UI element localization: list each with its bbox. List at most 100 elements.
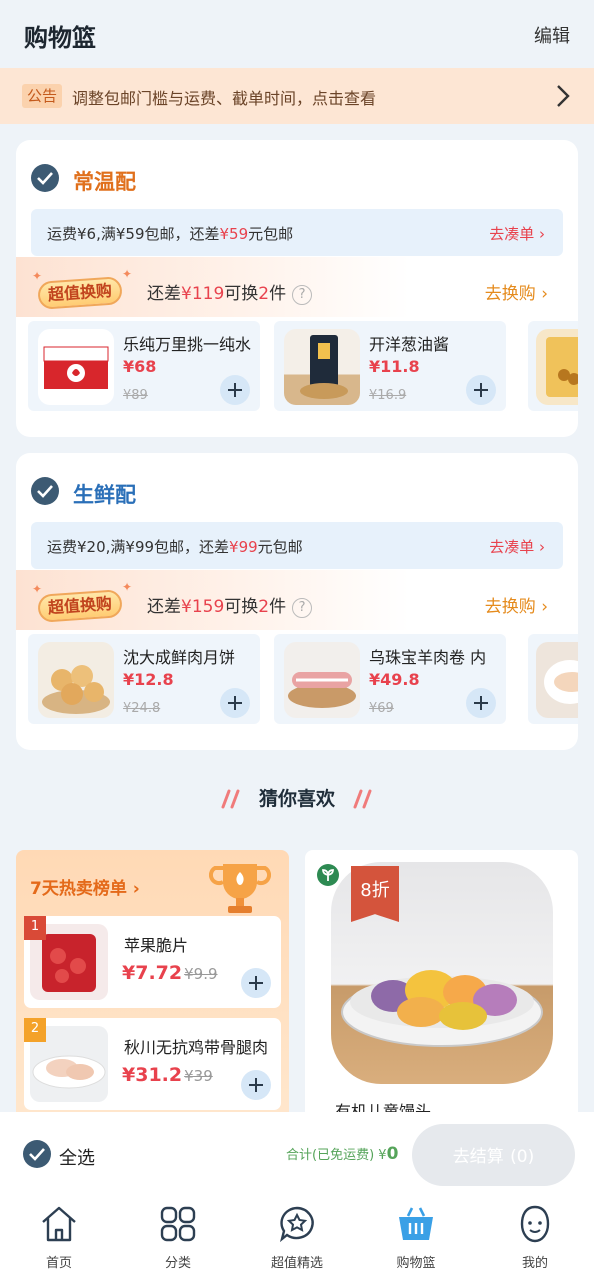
total-amount: 合计(已免运费) ¥0	[286, 1144, 399, 1164]
basket-icon	[399, 1207, 433, 1240]
help-icon[interactable]: ?	[292, 285, 313, 305]
product-name: 乐纯万里挑一纯水	[123, 335, 252, 354]
top-bar: 购物篮 编辑	[0, 0, 594, 68]
help-icon[interactable]: ?	[292, 598, 313, 618]
sparkle-icon: ✦	[32, 582, 43, 596]
tab-label: 购物篮	[396, 1256, 436, 1271]
check-icon	[37, 172, 53, 185]
bottom-tab-bar: 首页 分类 超值精选 购物篮 我的	[0, 1196, 594, 1280]
add-button[interactable]	[220, 375, 250, 405]
go-swap-link[interactable]: 去换购 ›	[485, 592, 548, 617]
rank-badge: 2	[24, 1018, 46, 1042]
add-more-link[interactable]: 去凑单 ›	[489, 223, 545, 244]
check-icon	[37, 485, 53, 498]
section-checkbox[interactable]	[31, 164, 59, 192]
add-button[interactable]	[220, 688, 250, 718]
hot-item[interactable]: 1 苹果脆片 ¥7.72 ¥9.9	[24, 916, 281, 1008]
section-card-ambient: 常温配 运费¥6,满¥59包邮，还差¥59元包邮 去凑单 › 超值换购 ✦ ✦ …	[16, 140, 578, 437]
product-original-price: ¥69	[369, 701, 394, 716]
swap-badge: 超值换购	[37, 276, 123, 310]
section-title: 生鲜配	[73, 483, 136, 507]
select-all-label[interactable]: 全选	[59, 1144, 95, 1170]
product-name: 乌珠宝羊肉卷 内	[369, 648, 487, 667]
check-icon	[29, 1148, 45, 1161]
discount-badge: 8折	[351, 866, 399, 922]
section-card-fresh: 生鲜配 运费¥20,满¥99包邮，还差¥99元包邮 去凑单 › 超值换购 ✦ ✦…	[16, 453, 578, 750]
tab-label: 我的	[521, 1256, 548, 1271]
tab-home[interactable]: 首页	[0, 1196, 118, 1280]
announcement-text: 调整包邮门槛与运费、截单时间，点击查看	[72, 89, 377, 108]
category-icon	[160, 1206, 196, 1242]
add-button[interactable]	[241, 968, 271, 998]
home-icon	[42, 1206, 76, 1242]
product-image	[284, 642, 360, 718]
page-title: 购物篮	[24, 24, 96, 52]
section-checkbox[interactable]	[31, 477, 59, 505]
swap-product-card[interactable]: 开洋葱油酱 ¥11.8 ¥16.9	[274, 321, 506, 411]
add-button[interactable]	[241, 1070, 271, 1100]
product-price: ¥11.8	[369, 357, 420, 376]
rank-badge: 1	[24, 916, 46, 940]
edit-button[interactable]: 编辑	[534, 22, 570, 48]
product-image	[38, 329, 114, 405]
sparkle-icon: ✦	[122, 580, 133, 594]
product-price: ¥49.8	[369, 670, 420, 689]
product-price: ¥7.72 ¥9.9	[122, 962, 218, 984]
profile-icon	[520, 1205, 550, 1243]
checkout-button[interactable]: 去结算 (0)	[412, 1124, 575, 1186]
product-original-price: ¥24.8	[123, 701, 161, 716]
hot-ranking-title[interactable]: 7天热卖榜单 ›	[30, 874, 140, 899]
organic-leaf-icon	[317, 864, 339, 886]
swap-badge: 超值换购	[37, 589, 123, 623]
star-bubble-icon	[279, 1206, 314, 1243]
hot-ranking-card[interactable]: 7天热卖榜单 › 1 苹果脆片 ¥7.72 ¥9.9 2 秋川无抗鸡带骨腿肉 ¥3…	[16, 850, 289, 1120]
swap-promo-bar: 超值换购 ✦ ✦ 还差¥159可换2件? 去换购 ›	[16, 570, 578, 630]
tab-label: 超值精选	[270, 1256, 323, 1271]
announcement-bar[interactable]: 公告 调整包邮门槛与运费、截单时间，点击查看	[0, 68, 594, 124]
swap-promo-bar: 超值换购 ✦ ✦ 还差¥119可换2件? 去换购 ›	[16, 257, 578, 317]
product-price: ¥12.8	[123, 670, 174, 689]
tab-category[interactable]: 分类	[119, 1196, 237, 1280]
swap-product-card[interactable]: 沈大成鲜肉月饼 ¥12.8 ¥24.8	[28, 634, 260, 724]
sparkle-icon: ✦	[122, 267, 133, 281]
shipping-bar: 运费¥20,满¥99包邮，还差¥99元包邮 去凑单 ›	[31, 522, 563, 569]
product-name: 沈大成鲜肉月饼	[123, 648, 236, 667]
select-all-checkbox[interactable]	[23, 1140, 51, 1168]
add-button[interactable]	[466, 688, 496, 718]
add-button[interactable]	[466, 375, 496, 405]
product-price: ¥68	[123, 357, 157, 376]
shipping-text: 运费¥20,满¥99包邮，还差¥99元包邮	[47, 538, 303, 556]
product-image	[284, 329, 360, 405]
announcement-tag: 公告	[22, 84, 63, 108]
swap-product-card-partial[interactable]	[528, 321, 578, 411]
tab-basket[interactable]: 购物篮	[357, 1196, 475, 1280]
product-name: 苹果脆片	[124, 936, 189, 955]
product-name: 秋川无抗鸡带骨腿肉	[124, 1038, 269, 1057]
product-original-price: ¥89	[123, 388, 148, 403]
sparkle-icon: ✦	[32, 269, 43, 283]
tab-profile[interactable]: 我的	[476, 1196, 594, 1280]
shipping-bar: 运费¥6,满¥59包邮，还差¥59元包邮 去凑单 ›	[31, 209, 563, 256]
hot-item[interactable]: 2 秋川无抗鸡带骨腿肉 ¥31.2 ¥39	[24, 1018, 281, 1110]
swap-diff-text: 还差¥159可换2件?	[147, 592, 313, 618]
swap-product-card[interactable]: 乐纯万里挑一纯水 ¥68 ¥89	[28, 321, 260, 411]
product-image	[38, 642, 114, 718]
decor-slash-icon	[353, 789, 372, 809]
product-image	[536, 329, 578, 405]
add-more-link[interactable]: 去凑单 ›	[489, 536, 545, 557]
product-original-price: ¥16.9	[369, 388, 407, 403]
featured-product-card[interactable]: 8折 有机儿童馒头	[305, 850, 578, 1120]
section-title: 常温配	[73, 170, 136, 194]
tab-deals[interactable]: 超值精选	[238, 1196, 356, 1280]
swap-product-card-partial[interactable]	[528, 634, 578, 724]
product-image	[536, 642, 578, 718]
trophy-icon	[209, 864, 271, 913]
tab-label: 分类	[164, 1256, 191, 1271]
shipping-text: 运费¥6,满¥59包邮，还差¥59元包邮	[47, 225, 294, 243]
product-price: ¥31.2 ¥39	[122, 1064, 213, 1086]
product-name: 开洋葱油酱	[369, 335, 450, 354]
tab-label: 首页	[45, 1256, 72, 1271]
swap-product-card[interactable]: 乌珠宝羊肉卷 内 ¥49.8 ¥69	[274, 634, 506, 724]
recommend-title: 猜你喜欢	[258, 788, 335, 810]
go-swap-link[interactable]: 去换购 ›	[485, 279, 548, 304]
